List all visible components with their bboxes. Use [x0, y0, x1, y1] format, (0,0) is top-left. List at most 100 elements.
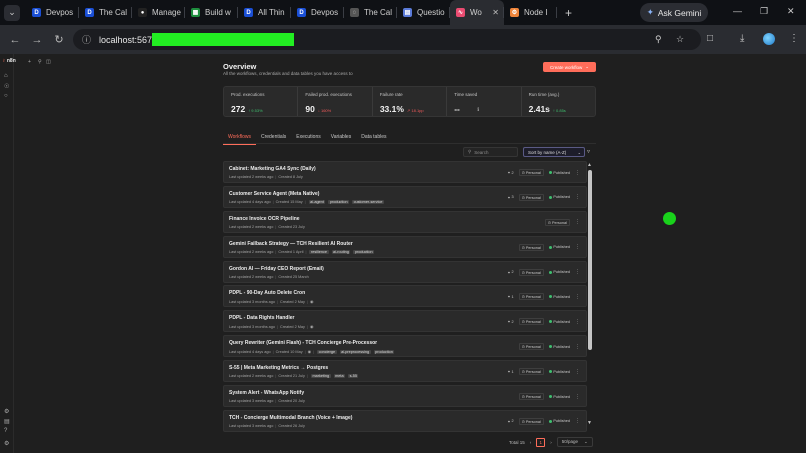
- workflow-name[interactable]: Customer Service Agent (Meta Native): [229, 191, 319, 197]
- more-options-icon[interactable]: ⋮: [575, 344, 580, 350]
- owner-badge[interactable]: ⊙ Personal: [518, 193, 544, 201]
- workflow-name[interactable]: Gordon AI — Friday CEO Report (Email): [229, 266, 324, 272]
- owner-badge[interactable]: ⊙ Personal: [518, 243, 544, 251]
- owner-badge[interactable]: ⊙ Personal: [518, 169, 544, 176]
- more-options-icon[interactable]: ⋮: [575, 294, 580, 300]
- add-icon[interactable]: +: [28, 59, 31, 65]
- stat-card[interactable]: Time saved -- ℹ: [447, 87, 522, 116]
- workflow-tag[interactable]: marketing: [310, 374, 331, 379]
- browser-tab[interactable]: D All Thin: [238, 0, 291, 25]
- search-icon[interactable]: ⚲: [38, 59, 42, 65]
- list-scrollbar[interactable]: ▲ ▼: [587, 162, 593, 426]
- menu-icon[interactable]: ⋮: [789, 33, 799, 44]
- shared-count[interactable]: ⚭ 2: [507, 270, 513, 275]
- workflow-name[interactable]: TCH - Concierge Multimodal Branch (Voice…: [229, 415, 352, 421]
- prev-page-icon[interactable]: ‹: [530, 440, 532, 445]
- minimize-icon[interactable]: —: [733, 6, 742, 16]
- workflow-tag[interactable]: s-55: [348, 374, 359, 379]
- more-options-icon[interactable]: ⋮: [575, 244, 580, 250]
- more-options-icon[interactable]: ⋮: [575, 418, 580, 424]
- folder-icon[interactable]: ◉: [310, 299, 314, 304]
- workflow-row[interactable]: Gemini Failback Strategy — TCH Resilient…: [223, 235, 587, 258]
- stat-card[interactable]: Failure rate 33.1% ↗ 18.1pp: [373, 87, 448, 116]
- workflow-name[interactable]: Cabinet: Marketing GA4 Sync (Daily): [229, 166, 316, 172]
- workflow-name[interactable]: Finance Invoice OCR Pipeline: [229, 216, 300, 222]
- create-workflow-button[interactable]: Create workflow ⌄: [543, 62, 596, 72]
- settings-icon[interactable]: ⚙: [4, 440, 9, 447]
- restore-icon[interactable]: ❐: [760, 6, 768, 17]
- shared-count[interactable]: ⚭ 2: [507, 170, 513, 176]
- workflow-row[interactable]: Query Rewriter (Gemini Flash) - TCH Conc…: [223, 335, 587, 358]
- workflow-row[interactable]: Gordon AI — Friday CEO Report (Email) Las…: [223, 260, 587, 283]
- tab-search-icon[interactable]: ⌄: [4, 4, 20, 21]
- stat-card[interactable]: Run time (avg.) 2.41s ↑ 0.85s: [522, 87, 595, 116]
- workflow-tag[interactable]: production: [353, 249, 375, 254]
- reload-icon[interactable]: ↻: [48, 33, 70, 46]
- close-window-icon[interactable]: ✕: [787, 6, 795, 17]
- owner-badge[interactable]: ⊙ Personal: [518, 318, 544, 326]
- owner-badge[interactable]: ⊙ Personal: [544, 218, 570, 226]
- stat-card[interactable]: Failed prod. executions 90 ↓ 160%: [298, 87, 373, 116]
- workflow-row[interactable]: S-55 | Meta Marketing Metrics → Postgres…: [223, 360, 587, 383]
- close-tab-icon[interactable]: ✕: [492, 8, 499, 17]
- browser-tab[interactable]: ◌ The Cal: [344, 0, 397, 25]
- shared-count[interactable]: ⚭ 2: [507, 419, 513, 424]
- workflow-tag[interactable]: production: [373, 349, 395, 354]
- workflow-row[interactable]: Cabinet: Marketing GA4 Sync (Daily) Last …: [223, 161, 587, 183]
- workflow-row[interactable]: TCH - Concierge Multimodal Branch (Voice…: [223, 409, 587, 432]
- scroll-up-icon[interactable]: ▲: [587, 162, 592, 168]
- sort-select[interactable]: Sort by name (A-Z) ⌄: [523, 147, 585, 157]
- zoom-icon[interactable]: ⚲: [655, 34, 662, 45]
- browser-tab[interactable]: D Devpos: [291, 0, 344, 25]
- stat-card[interactable]: Prod. executions 272 ↑ 9.53%: [224, 87, 299, 116]
- browser-tab[interactable]: D Devpos: [26, 0, 79, 25]
- more-options-icon[interactable]: ⋮: [575, 269, 580, 275]
- folder-icon[interactable]: ◉: [310, 324, 314, 329]
- help-icon[interactable]: ?: [4, 428, 7, 434]
- workflow-tag[interactable]: production: [328, 199, 350, 204]
- workflow-name[interactable]: PDPL - 90-Day Auto Delete Cron: [229, 290, 305, 296]
- workflow-tag[interactable]: meta: [333, 374, 346, 379]
- more-options-icon[interactable]: ⋮: [575, 394, 580, 400]
- workflow-tag[interactable]: concierge: [317, 349, 337, 354]
- bookmark-star-icon[interactable]: ☆: [676, 34, 684, 45]
- forward-icon[interactable]: →: [26, 34, 48, 46]
- chat-icon[interactable]: ○: [4, 93, 8, 99]
- workflow-tag[interactable]: resilience: [309, 249, 329, 254]
- more-options-icon[interactable]: ⋮: [575, 170, 580, 176]
- workflow-name[interactable]: System Alert - WhatsApp Notify: [229, 390, 304, 396]
- workflow-row[interactable]: PDPL - 90-Day Auto Delete Cron Last updat…: [223, 285, 587, 308]
- owner-badge[interactable]: ⊙ Personal: [518, 368, 544, 376]
- shared-count[interactable]: ⚭ 1: [507, 369, 513, 375]
- workflow-name[interactable]: S-55 | Meta Marketing Metrics → Postgres: [229, 365, 328, 371]
- download-icon[interactable]: ⤓: [740, 33, 744, 44]
- workflow-tag[interactable]: ai-preprocessing: [339, 349, 371, 354]
- owner-badge[interactable]: ⊙ Personal: [518, 268, 544, 276]
- owner-badge[interactable]: ⊙ Personal: [518, 393, 544, 401]
- more-options-icon[interactable]: ⋮: [575, 194, 580, 200]
- user-icon[interactable]: ☉: [4, 83, 9, 90]
- new-tab-icon[interactable]: +: [565, 6, 572, 20]
- templates-icon[interactable]: ⚙: [4, 408, 9, 415]
- browser-tab[interactable]: ∿ Wo ✕: [450, 0, 504, 25]
- browser-tab[interactable]: ▤ Questio: [397, 0, 450, 25]
- back-icon[interactable]: ←: [4, 34, 26, 46]
- extensions-icon[interactable]: □: [707, 33, 713, 44]
- ask-gemini-button[interactable]: ✦ Ask Gemini: [640, 3, 708, 22]
- browser-tab[interactable]: D The Cal: [79, 0, 132, 25]
- profile-avatar[interactable]: [763, 33, 775, 45]
- owner-badge[interactable]: ⊙ Personal: [518, 417, 544, 425]
- info-icon[interactable]: ℹ: [477, 107, 479, 113]
- site-info-icon[interactable]: ⓘ: [82, 33, 91, 46]
- home-icon[interactable]: ⌂: [4, 73, 8, 79]
- page-size-select[interactable]: 50/page ⌄: [556, 437, 593, 447]
- owner-badge[interactable]: ⊙ Personal: [518, 293, 544, 301]
- address-bar[interactable]: ⓘ localhost:567 ⚲ ☆: [73, 29, 701, 50]
- owner-badge[interactable]: ⊙ Personal: [518, 343, 544, 351]
- more-options-icon[interactable]: ⋮: [575, 319, 580, 325]
- more-options-icon[interactable]: ⋮: [575, 369, 580, 375]
- shared-count[interactable]: ⚭ 1: [507, 294, 513, 300]
- browser-tab[interactable]: ▦ Build w: [185, 0, 238, 25]
- workflow-name[interactable]: Query Rewriter (Gemini Flash) - TCH Conc…: [229, 340, 377, 346]
- scroll-down-icon[interactable]: ▼: [587, 420, 592, 426]
